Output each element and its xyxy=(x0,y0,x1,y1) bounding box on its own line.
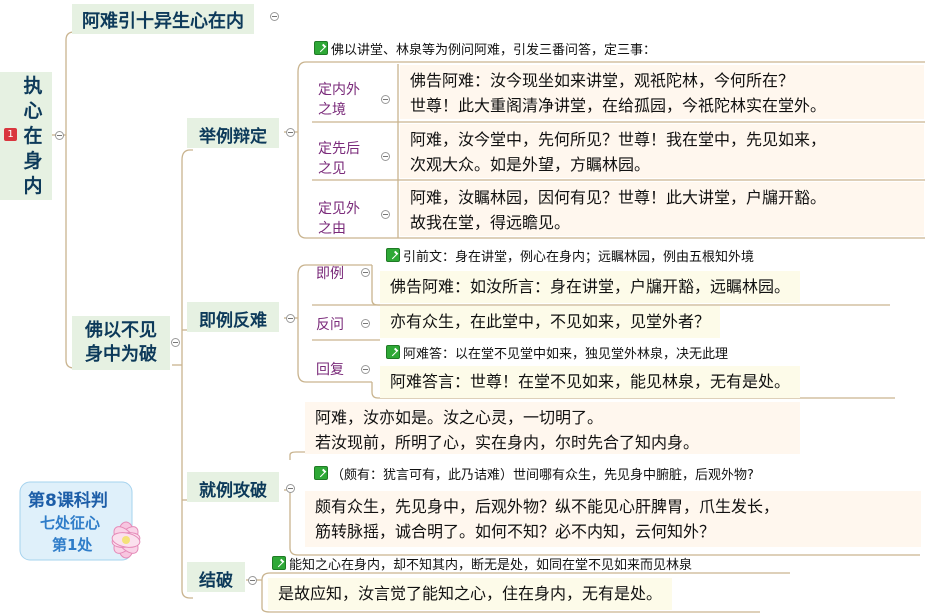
sec2-item1-text[interactable]: 佛告阿难：如汝所言：身在讲堂，户牖开豁，远瞩林园。 xyxy=(380,271,801,303)
sec1-item2-line2: 次观大众。如是外望，方瞩林园。 xyxy=(410,155,651,174)
sec1-item1-line2: 世尊！此大重阁清净讲堂，在给孤园，今祇陀林实在堂外。 xyxy=(410,96,827,115)
connector-s2-top xyxy=(297,264,312,318)
expand-toggle-top[interactable] xyxy=(270,12,279,21)
root-char-4: 身 xyxy=(23,150,43,172)
collapse-toggle-s2-i1[interactable] xyxy=(361,268,370,277)
collapse-toggle-main[interactable] xyxy=(171,338,180,347)
sec1-item3-label-l2: 之由 xyxy=(318,221,346,237)
sec2-item3-label[interactable]: 回复 xyxy=(316,360,344,380)
sec1-item1-label-l2: 之境 xyxy=(318,102,346,118)
branch-main-title[interactable]: 佛以不见 身中为破 xyxy=(72,316,170,370)
collapse-toggle-s1-i1[interactable] xyxy=(381,95,390,104)
note-icon xyxy=(314,41,328,55)
logo-line3: 第1处 xyxy=(52,536,93,554)
root-char-2: 心 xyxy=(23,100,43,122)
sec3-title[interactable]: 就例攻破 xyxy=(187,472,279,502)
branch-top-title[interactable]: 阿难引十异生心在内 xyxy=(72,4,254,34)
sec3-line1: 阿难，汝亦如是。汝之心灵，一切明了。 xyxy=(315,408,604,427)
sec1-item2-label-l2: 之见 xyxy=(318,161,346,177)
sec3-line2: 若汝现前，所明了心，实在身内，尔时先合了知内身。 xyxy=(315,433,700,452)
sec4-title[interactable]: 结破 xyxy=(187,562,245,592)
sec1-item3-line2: 故我在堂，得远瞻见。 xyxy=(410,213,571,232)
sec2-item1-label[interactable]: 即例 xyxy=(316,264,344,284)
sec2-item2-label[interactable]: 反问 xyxy=(316,315,344,335)
connector-sec1 xyxy=(181,149,193,365)
collapse-toggle-sec3[interactable] xyxy=(286,484,295,493)
collapse-toggle-s2-i3[interactable] xyxy=(361,365,370,374)
root-char-5: 内 xyxy=(23,175,43,197)
connector-root-top xyxy=(65,31,78,135)
sec3-line4: 筋转脉摇，诚合明了。如何不知？必不内知，云何知外？ xyxy=(315,522,716,541)
note-icon xyxy=(314,466,328,480)
collapse-toggle-s1-i3[interactable] xyxy=(381,210,390,219)
sec1-item3-label-l1: 定见外 xyxy=(318,201,360,217)
sec3-note-text: （颇有：犹言可有，此乃诘难）世间哪有众生，先见身中腑脏，后观外物? xyxy=(331,468,754,483)
sec1-note-text: 佛以讲堂、林泉等为例问阿难，引发三番问答，定三事： xyxy=(331,43,657,58)
logo-line2: 七处征心 xyxy=(40,514,101,532)
collapse-toggle-sec1[interactable] xyxy=(286,128,295,137)
branch-main-line2: 身中为破 xyxy=(85,344,157,365)
branch-main-line1: 佛以不见 xyxy=(85,320,157,341)
connector-s1-top xyxy=(297,61,312,132)
sec2-title[interactable]: 即例反难 xyxy=(187,302,279,332)
sec1-item1-text[interactable]: 佛告阿难：汝今现坐如来讲堂，观祇陀林，今何所在？ 世尊！此大重阁清净讲堂，在给孤… xyxy=(400,65,924,119)
sec2-item3-text[interactable]: 阿难答言：世尊！在堂不见如来，能见林泉，无有是处。 xyxy=(380,366,801,398)
sec1-item3-label[interactable]: 定见外 之由 xyxy=(318,199,360,239)
priority-badge: 1 xyxy=(4,128,17,141)
sec2-item1-note: 引前文：身在讲堂，例心在身内；远瞩林园，例由五根知外境 xyxy=(386,248,754,266)
sec1-item3-line1: 阿难，汝瞩林园，因何有见？世尊！此大讲堂，户牖开豁。 xyxy=(410,188,827,207)
note-icon xyxy=(386,248,400,262)
sec1-item2-label-l1: 定先后 xyxy=(318,141,360,157)
sec1-item2-line1: 阿难，汝今堂中，先何所见？世尊！我在堂中，先见如来， xyxy=(410,130,827,149)
sec2-item2-text[interactable]: 亦有众生，在此堂中，不见如来，见堂外者？ xyxy=(380,306,721,338)
collapse-toggle-sec4[interactable] xyxy=(248,576,257,585)
sec2-item1-note-text: 引前文：身在讲堂，例心在身内；远瞩林园，例由五根知外境 xyxy=(403,250,755,265)
sec1-item3-text[interactable]: 阿难，汝瞩林园，因何有见？世尊！此大讲堂，户牖开豁。 故我在堂，得远瞻见。 xyxy=(400,182,924,236)
lesson-logo: 第8课科判 七处征心 第1处 xyxy=(18,480,148,564)
sec1-title[interactable]: 举例辩定 xyxy=(187,118,279,148)
connector-s1-bottom xyxy=(297,132,312,239)
sec2-item3-note: 阿难答：以在堂不见堂中如来，独见堂外林泉，决无此理 xyxy=(386,345,728,363)
sec3-text-a[interactable]: 阿难，汝亦如是。汝之心灵，一切明了。 若汝现前，所明了心，实在身内，尔时先合了知… xyxy=(305,402,800,454)
sec1-item2-text[interactable]: 阿难，汝今堂中，先何所见？世尊！我在堂中，先见如来， 次观大众。如是外望，方瞩林… xyxy=(400,124,924,178)
sec4-note: 能知之心在身内，却不知其内，断无是处，如同在堂不见如来而见林泉 xyxy=(272,556,692,574)
sec1-item2-label[interactable]: 定先后 之见 xyxy=(318,139,360,179)
sec4-note-text: 能知之心在身内，却不知其内，断无是处，如同在堂不见如来而见林泉 xyxy=(289,558,693,573)
note-icon xyxy=(272,556,286,570)
logo-line1: 第8课科判 xyxy=(28,491,108,511)
collapse-toggle-sec2[interactable] xyxy=(286,314,295,323)
root-char-1: 执 xyxy=(23,75,43,97)
sec1-item1-label[interactable]: 定内外 之境 xyxy=(318,80,360,120)
collapse-toggle-root[interactable] xyxy=(55,131,64,140)
sec3-note: （颇有：犹言可有，此乃诘难）世间哪有众生，先见身中腑脏，后观外物? xyxy=(314,466,754,484)
connector-s2-bottom xyxy=(297,318,312,383)
sec1-item1-label-l1: 定内外 xyxy=(318,82,360,98)
sec1-note: 佛以讲堂、林泉等为例问阿难，引发三番问答，定三事： xyxy=(314,41,656,59)
sec3-text-b[interactable]: 颇有众生，先见身中，后观外物？纵不能见心肝脾胃，爪生发长， 筋转脉摇，诚合明了。… xyxy=(305,491,921,547)
sec4-text[interactable]: 是故应知，汝言觉了能知之心，住在身内，无有是处。 xyxy=(268,578,673,610)
note-icon xyxy=(386,345,400,359)
sec3-line3: 颇有众生，先见身中，后观外物？纵不能见心肝脾胃，爪生发长， xyxy=(315,497,780,516)
sec1-item1-line1: 佛告阿难：汝今现坐如来讲堂，观祇陀林，今何所在？ xyxy=(410,71,795,90)
collapse-toggle-s1-i2[interactable] xyxy=(381,152,390,161)
sec2-item3-note-text: 阿难答：以在堂不见堂中如来，独见堂外林泉，决无此理 xyxy=(403,347,729,362)
collapse-toggle-s2-i2[interactable] xyxy=(361,319,370,328)
